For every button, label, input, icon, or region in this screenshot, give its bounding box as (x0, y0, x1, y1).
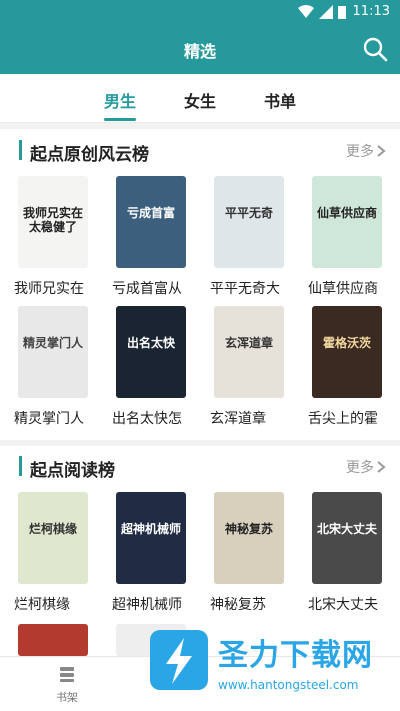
book-title: 北宋大丈夫 (308, 597, 378, 613)
book-cover-title: 北宋大丈夫 (316, 522, 377, 536)
page-title: 精选 (183, 42, 216, 61)
book-cover-title: 平平无奇 (224, 206, 273, 220)
book-item[interactable]: 我师兄实在太稳健了我师兄实在 (14, 176, 96, 298)
more-label: 更多 (346, 144, 374, 160)
book-cover-title: 超神机械师 (120, 522, 181, 536)
book-cover-title: 烂柯棋缘 (28, 522, 77, 536)
tab-booklist[interactable]: 书单 (264, 88, 296, 112)
section-accent-bar (19, 456, 22, 476)
book-title: 仙草供应商 (308, 281, 378, 297)
book-item[interactable]: 烂柯棋缘 烂柯棋缘 (14, 492, 96, 614)
book-cover[interactable]: 玄浑道章 (214, 306, 284, 398)
watermark-url: www.hantongsteel.com (218, 678, 359, 692)
bottom-nav-shelf-label: 书架 (56, 691, 78, 704)
book-item[interactable]: 超神机械师 超神机械师 (112, 492, 194, 614)
book-cover-title: 仙草供应商 (316, 206, 377, 220)
section-divider (0, 123, 400, 129)
section-title: 起点原创风云榜 (30, 145, 149, 165)
book-item[interactable]: 玄浑道章 玄浑道章 (210, 306, 292, 428)
status-time: 11:13 (352, 4, 390, 19)
book-cover[interactable]: 出名太快 (116, 306, 186, 398)
battery-icon (338, 6, 346, 19)
search-icon[interactable] (362, 36, 388, 62)
watermark-logo (150, 630, 208, 690)
section-header: 起点原创风云榜 更多 (0, 132, 400, 168)
book-cover[interactable]: 亏成首富 (116, 176, 186, 268)
book-item[interactable]: 北宋大丈夫 北宋大丈夫 (308, 492, 390, 614)
book-cover[interactable]: 霍格沃茨 (312, 306, 382, 398)
book-cover-title: 我师兄实在太稳健了 (22, 206, 83, 234)
book-title: 玄浑道章 (210, 411, 266, 427)
wifi-icon (298, 5, 314, 18)
book-cover[interactable]: 我师兄实在太稳健了 (18, 176, 88, 268)
book-cover-title: 亏成首富 (126, 206, 175, 220)
book-title: 精灵掌门人 (14, 411, 84, 427)
status-bar: 11:13 (0, 0, 400, 24)
tab-female[interactable]: 女生 (184, 88, 216, 112)
book-cover-partial[interactable] (18, 624, 88, 656)
more-label: 更多 (346, 460, 374, 476)
book-title: 我师兄实在 (14, 281, 84, 297)
book-cover-title: 霍格沃茨 (322, 336, 371, 350)
book-cover[interactable]: 平平无奇 (214, 176, 284, 268)
book-title: 超神机械师 (112, 597, 182, 613)
watermark: 圣力下载网 www.hantongsteel.com (140, 620, 400, 710)
section-title: 起点阅读榜 (30, 461, 115, 481)
chevron-right-icon (377, 145, 386, 157)
watermark-title: 圣力下载网 (218, 638, 373, 673)
book-cover-title: 精灵掌门人 (22, 336, 83, 350)
chevron-right-icon (377, 461, 386, 473)
section-accent-bar (19, 140, 22, 160)
book-item[interactable]: 精灵掌门人 精灵掌门人 (14, 306, 96, 428)
signal-icon (319, 5, 333, 19)
book-cover[interactable]: 神秘复苏 (214, 492, 284, 584)
tab-bar: 男生 女生 书单 (0, 74, 400, 123)
more-link[interactable]: 更多 (346, 141, 386, 161)
book-item[interactable]: 神秘复苏 神秘复苏 (210, 492, 292, 614)
section-header: 起点阅读榜 更多 (0, 448, 400, 484)
bookshelf-icon (60, 667, 74, 682)
book-cover-title: 神秘复苏 (224, 522, 273, 536)
book-title: 平平无奇大 (210, 281, 280, 297)
book-title: 舌尖上的霍 (308, 411, 378, 427)
app-bar: 精选 (0, 24, 400, 74)
book-cover[interactable]: 超神机械师 (116, 492, 186, 584)
book-item[interactable]: 亏成首富亏成首富从 (112, 176, 194, 298)
more-link[interactable]: 更多 (346, 457, 386, 477)
book-cover[interactable]: 北宋大丈夫 (312, 492, 382, 584)
book-cover[interactable]: 仙草供应商 (312, 176, 382, 268)
tab-male[interactable]: 男生 (104, 88, 136, 112)
book-item[interactable]: 出名太快出名太快怎 (112, 306, 194, 428)
bottom-nav-shelf[interactable]: 书架 (50, 665, 84, 705)
book-cover[interactable]: 精灵掌门人 (18, 306, 88, 398)
book-cover[interactable]: 烂柯棋缘 (18, 492, 88, 584)
book-title: 烂柯棋缘 (14, 597, 70, 613)
active-tab-indicator (104, 118, 136, 121)
book-item[interactable]: 平平无奇平平无奇大 (210, 176, 292, 298)
book-item[interactable]: 霍格沃茨舌尖上的霍 (308, 306, 390, 428)
book-title: 神秘复苏 (210, 597, 266, 613)
book-cover-title: 玄浑道章 (224, 336, 273, 350)
book-title: 亏成首富从 (112, 281, 182, 297)
section-divider (0, 440, 400, 446)
book-cover-title: 出名太快 (126, 336, 175, 350)
book-title: 出名太快怎 (112, 411, 182, 427)
status-icons (298, 5, 346, 19)
book-item[interactable]: 仙草供应商 仙草供应商 (308, 176, 390, 298)
